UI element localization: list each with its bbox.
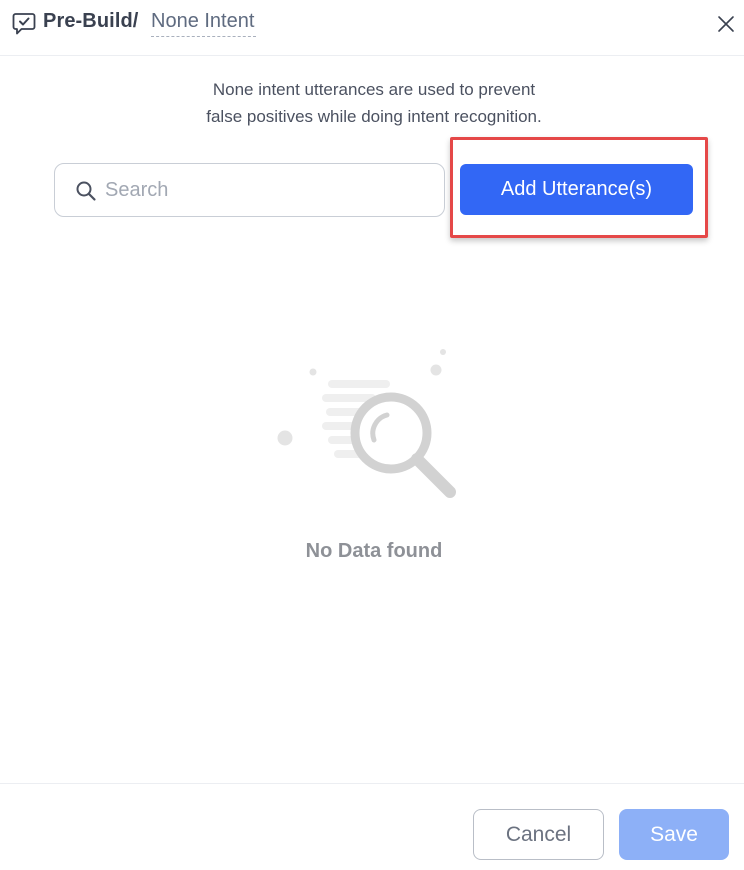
add-utterance-button[interactable]: Add Utterance(s) bbox=[460, 164, 693, 215]
close-icon bbox=[718, 16, 734, 32]
description-line-1: None intent utterances are used to preve… bbox=[212, 80, 536, 99]
panel-header: Pre-Build/ None Intent bbox=[0, 0, 744, 56]
close-button[interactable] bbox=[710, 10, 742, 38]
chat-check-icon bbox=[12, 13, 36, 35]
magnifier-illustration bbox=[277, 349, 456, 498]
panel-footer: Cancel Save bbox=[0, 783, 744, 870]
intent-name-field[interactable]: None Intent bbox=[151, 10, 257, 37]
description-text: None intent utterances are used to preve… bbox=[0, 76, 744, 130]
cancel-button[interactable]: Cancel bbox=[473, 809, 604, 860]
search-icon bbox=[76, 181, 96, 201]
search-box[interactable] bbox=[54, 163, 445, 217]
none-intent-panel: Pre-Build/ None Intent None intent utter… bbox=[0, 0, 744, 870]
breadcrumb-prefix: Pre-Build/ bbox=[43, 10, 139, 32]
description-line-2: false positives while doing intent recog… bbox=[206, 107, 542, 126]
save-button[interactable]: Save bbox=[619, 809, 729, 860]
no-data-message: No Data found bbox=[305, 540, 443, 562]
search-input[interactable] bbox=[105, 165, 435, 215]
